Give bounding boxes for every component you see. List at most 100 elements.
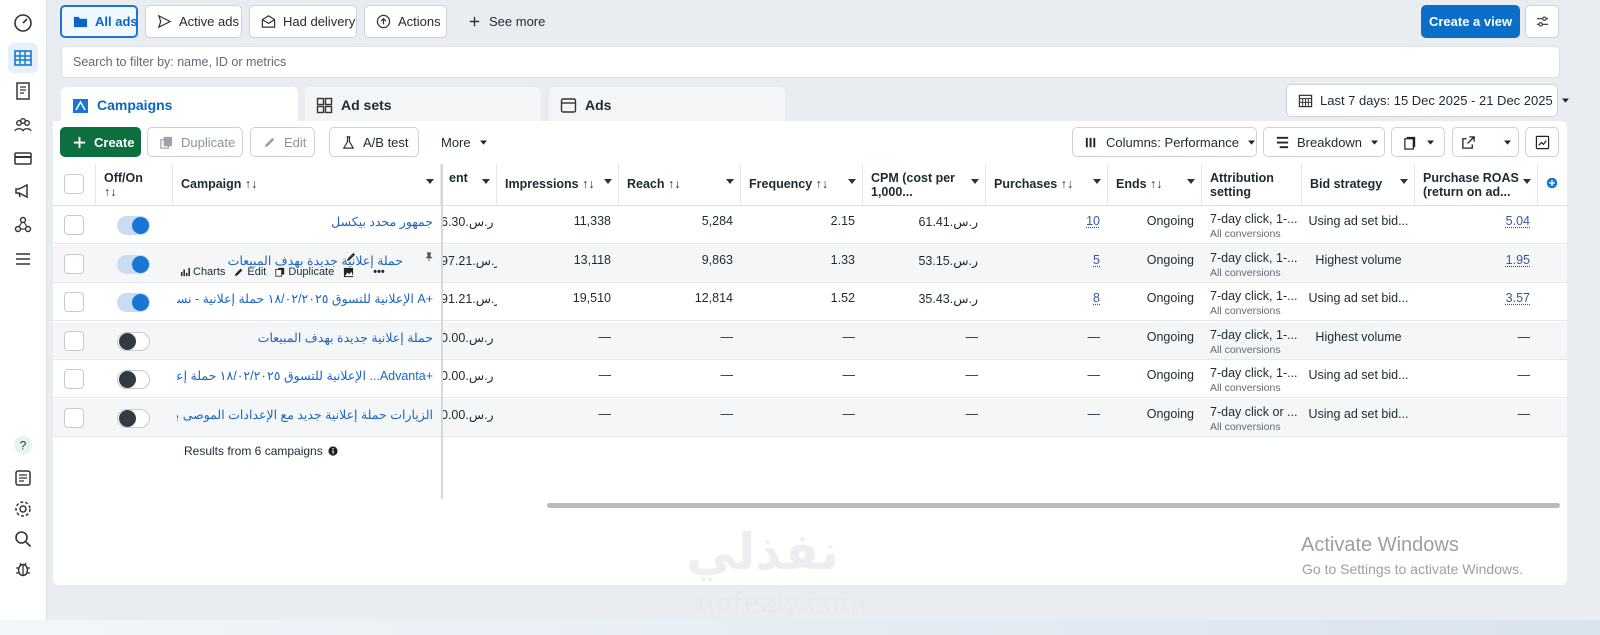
- campaign-name-link[interactable]: جمهور محدد بيكسل: [177, 206, 433, 244]
- table-row[interactable]: +A الإعلانية للتسوق ١٨/٠٢/٢٠٢٥ حملة إعلا…: [53, 283, 1567, 322]
- campaign-on-off-toggle[interactable]: [117, 293, 150, 313]
- preview-image-icon[interactable]: [343, 267, 354, 278]
- header-bid-strategy[interactable]: Bid strategy: [1302, 164, 1415, 206]
- charts-toggle-button[interactable]: [1525, 127, 1559, 157]
- active-ads-filter-button[interactable]: Active ads: [145, 5, 242, 38]
- header-impressions[interactable]: Impressions ↑↓: [497, 164, 619, 206]
- news-icon[interactable]: [8, 463, 38, 493]
- table-row[interactable]: الزيارات حملة إعلانية جديد مع الإعدادات …: [53, 399, 1567, 437]
- cell-purchases[interactable]: —: [986, 322, 1108, 360]
- rename-pencil-icon[interactable]: [346, 251, 357, 265]
- tab-campaigns[interactable]: Campaigns: [61, 87, 298, 123]
- header-cpm[interactable]: CPM (cost per 1,000...: [863, 164, 986, 206]
- edit-button[interactable]: Edit: [250, 127, 315, 157]
- table-row[interactable]: جمهور محدد بيكسل 6.30.ر.س 11,338 5,284 2.15 6…: [53, 206, 1567, 244]
- create-view-button[interactable]: Create a view: [1421, 5, 1520, 38]
- search-icon[interactable]: [8, 524, 38, 554]
- megaphone-icon[interactable]: [8, 176, 38, 206]
- cell-roas[interactable]: 5.04: [1415, 206, 1538, 244]
- cell-value: 8: [1093, 291, 1100, 306]
- view-settings-button[interactable]: [1525, 5, 1559, 38]
- pages-icon[interactable]: [8, 76, 38, 106]
- more-options-icon[interactable]: •••: [373, 266, 385, 278]
- dashboard-gauge-icon[interactable]: [8, 8, 38, 38]
- help-icon[interactable]: ?: [8, 430, 38, 460]
- header-frequency[interactable]: Frequency ↑↓: [741, 164, 863, 206]
- cell-roas[interactable]: 3.57: [1415, 283, 1538, 321]
- duplicate-button[interactable]: Duplicate: [147, 127, 243, 157]
- breakdown-dropdown[interactable]: Breakdown: [1263, 127, 1385, 157]
- edit-row-link[interactable]: Edit: [234, 266, 266, 278]
- billing-card-icon[interactable]: [8, 143, 38, 173]
- cell-impressions: 19,510: [497, 283, 619, 321]
- cell-reach: —: [619, 399, 741, 437]
- cell-roas[interactable]: —: [1415, 322, 1538, 360]
- campaign-name-link[interactable]: حملة إعلانية جديدة بهدف المبيعات: [177, 322, 433, 360]
- caret-down-icon: [1093, 179, 1101, 184]
- search-filter-input[interactable]: Search to filter by: name, ID or metrics: [61, 46, 1560, 78]
- cell-roas[interactable]: 1.95: [1415, 245, 1538, 283]
- cell-purchases[interactable]: 8: [986, 283, 1108, 321]
- row-checkbox[interactable]: [64, 408, 84, 428]
- more-button[interactable]: More: [429, 127, 495, 157]
- events-manager-icon[interactable]: [8, 210, 38, 240]
- header-campaign[interactable]: Campaign ↑↓: [173, 164, 441, 206]
- select-all-checkbox[interactable]: [64, 174, 84, 194]
- cell-value: 10: [1086, 214, 1100, 228]
- tab-ad-sets[interactable]: Ad sets: [305, 87, 541, 123]
- tab-ads[interactable]: Ads: [549, 87, 785, 123]
- row-checkbox[interactable]: [64, 292, 84, 313]
- row-checkbox[interactable]: [64, 330, 84, 351]
- header-purchases[interactable]: Purchases ↑↓: [986, 164, 1108, 206]
- cell-value: 5,284: [701, 214, 733, 228]
- export-dropdown[interactable]: [1452, 127, 1519, 157]
- all-ads-filter-button[interactable]: All ads: [60, 5, 138, 38]
- cell-value: —: [965, 368, 979, 383]
- add-column-header[interactable]: [1538, 164, 1567, 206]
- bug-report-icon[interactable]: [8, 554, 38, 584]
- cell-roas[interactable]: —: [1415, 360, 1538, 398]
- campaign-on-off-toggle[interactable]: [117, 409, 150, 428]
- row-checkbox[interactable]: [64, 215, 84, 235]
- campaign-on-off-toggle[interactable]: [117, 370, 150, 390]
- campaign-on-off-toggle[interactable]: [117, 216, 150, 235]
- campaign-name-link[interactable]: +A الإعلانية للتسوق ١٨/٠٢/٢٠٢٥ حملة إعلا…: [177, 283, 433, 321]
- cell-purchases[interactable]: 10: [986, 206, 1108, 244]
- campaign-on-off-toggle[interactable]: [117, 254, 150, 274]
- row-checkbox[interactable]: [64, 253, 84, 274]
- view-charts-link[interactable]: Charts: [180, 266, 225, 278]
- campaign-name-link[interactable]: الزيارات حملة إعلانية جديد مع الإعدادات …: [177, 399, 433, 437]
- create-campaign-button[interactable]: Create: [60, 127, 141, 157]
- table-row[interactable]: حملة إعلانية جديدة بهدف المبيعات 0.00.ر.س…: [53, 321, 1567, 360]
- audiences-icon[interactable]: [8, 110, 38, 140]
- cell-purchases[interactable]: 5: [986, 245, 1108, 283]
- cell-purchases[interactable]: —: [986, 399, 1108, 437]
- settings-gear-icon[interactable]: [8, 494, 38, 524]
- ab-test-button[interactable]: A/B test: [329, 127, 419, 157]
- pin-icon[interactable]: [424, 251, 434, 265]
- horizontal-scrollbar[interactable]: [547, 503, 1560, 508]
- row-checkbox[interactable]: [64, 369, 84, 390]
- cell-roas[interactable]: —: [1415, 399, 1538, 437]
- cell-purchases[interactable]: —: [986, 360, 1108, 398]
- header-ends[interactable]: Ends ↑↓: [1108, 164, 1202, 206]
- campaign-name-link[interactable]: +Advanta... الإعلانية للتسوق ١٨/٠٢/٢٠٢٥ …: [177, 360, 433, 398]
- all-tools-menu-icon[interactable]: [8, 244, 38, 274]
- header-off-on[interactable]: Off/On ↑↓: [96, 164, 173, 206]
- columns-dropdown[interactable]: Columns: Performance: [1072, 127, 1257, 157]
- ads-manager-table-icon[interactable]: [8, 43, 38, 73]
- header-amount-spent[interactable]: ent: [441, 164, 497, 206]
- header-reach[interactable]: Reach ↑↓: [619, 164, 741, 206]
- table-row[interactable]: +Advanta... الإعلانية للتسوق ١٨/٠٢/٢٠٢٥ …: [53, 360, 1567, 399]
- header-purchase-roas[interactable]: Purchase ROAS (return on ad...: [1415, 164, 1538, 206]
- actions-filter-button[interactable]: Actions: [364, 5, 447, 38]
- reports-dropdown[interactable]: [1391, 127, 1445, 157]
- see-more-button[interactable]: See more: [455, 5, 545, 38]
- date-range-picker[interactable]: Last 7 days: 15 Dec 2025 - 21 Dec 2025: [1286, 84, 1569, 117]
- cell-reach: —: [619, 322, 741, 360]
- duplicate-row-link[interactable]: Duplicate: [275, 266, 334, 278]
- cell-impressions: —: [497, 322, 619, 360]
- campaign-on-off-toggle[interactable]: [117, 331, 150, 351]
- had-delivery-filter-button[interactable]: Had delivery: [249, 5, 357, 38]
- header-attribution[interactable]: Attribution setting: [1202, 164, 1302, 206]
